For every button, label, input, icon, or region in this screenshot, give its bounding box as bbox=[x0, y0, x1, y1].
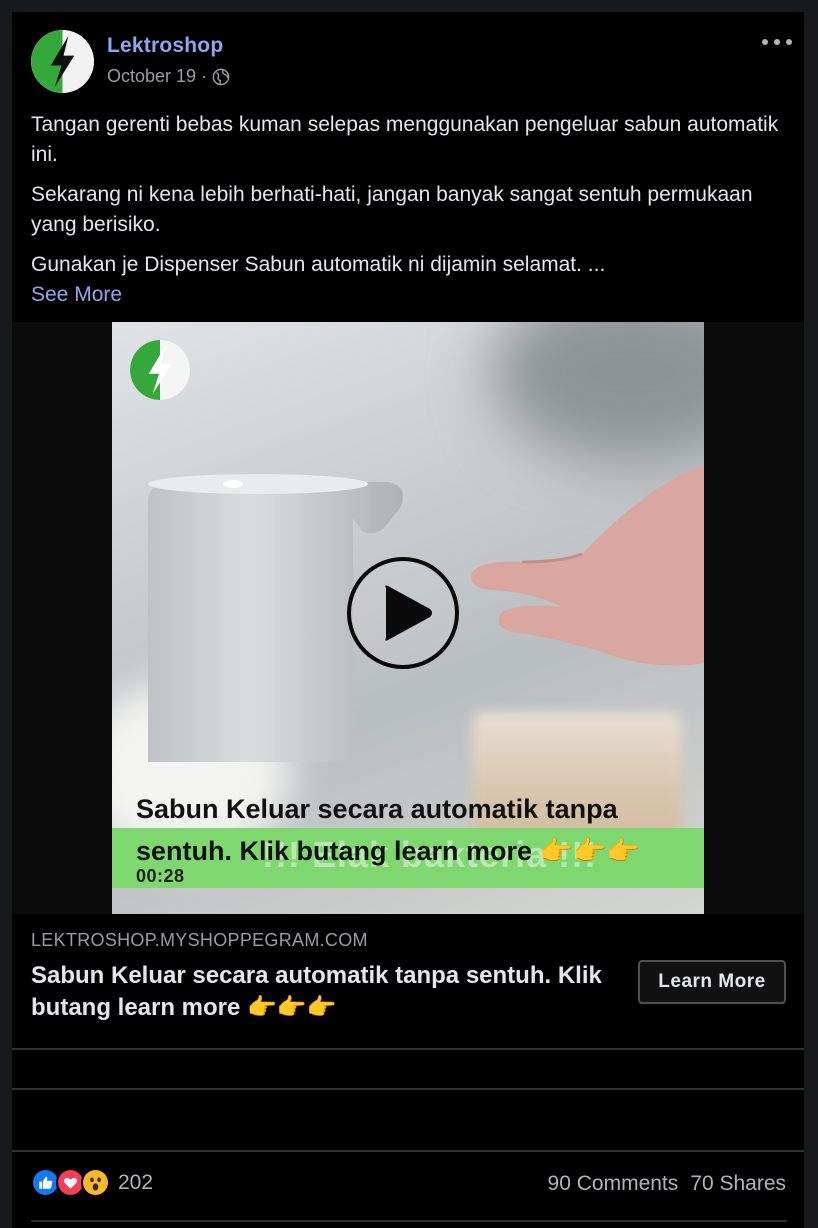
media-area: !!! Elak bakteria !!! Sabun Keluar secar… bbox=[12, 322, 804, 914]
divider bbox=[31, 1220, 787, 1222]
play-icon[interactable] bbox=[346, 556, 460, 670]
see-more-link[interactable]: See More bbox=[31, 280, 791, 310]
globe-icon bbox=[212, 68, 230, 86]
post-meta: October 19 · bbox=[107, 66, 230, 87]
page-name[interactable]: Lektroshop bbox=[107, 34, 223, 58]
reaction-count: 202 bbox=[118, 1170, 154, 1194]
divider bbox=[12, 1150, 804, 1152]
video-player[interactable]: !!! Elak bakteria !!! Sabun Keluar secar… bbox=[112, 322, 704, 914]
link-domain[interactable]: LEKTROSHOP.MYSHOPPEGRAM.COM bbox=[31, 930, 368, 951]
page-avatar[interactable] bbox=[31, 30, 94, 93]
divider bbox=[12, 1048, 804, 1050]
link-title[interactable]: Sabun Keluar secara automatik tanpa sent… bbox=[31, 960, 621, 1024]
video-caption: Sabun Keluar secara automatik tanpa sent… bbox=[136, 788, 696, 872]
brand-logo bbox=[130, 340, 190, 400]
post-date[interactable]: October 19 bbox=[107, 66, 196, 87]
pointing-hand-emoji: 👉👉👉 bbox=[247, 994, 337, 1021]
post-card: Lektroshop October 19 · Tangan gerenti b… bbox=[12, 12, 804, 1228]
video-duration: 00:28 bbox=[136, 866, 185, 886]
post-paragraph: Sekarang ni kena lebih berhati-hati, jan… bbox=[31, 183, 753, 236]
meta-separator: · bbox=[201, 66, 208, 86]
post-text: Tangan gerenti bebas kuman selepas mengg… bbox=[31, 110, 791, 310]
more-options-icon[interactable] bbox=[762, 34, 792, 50]
reactions-summary[interactable]: 202 bbox=[31, 1168, 153, 1197]
wow-icon bbox=[81, 1168, 110, 1197]
post-paragraph: Gunakan je Dispenser Sabun automatik ni … bbox=[31, 253, 606, 276]
comments-count[interactable]: 90 Comments bbox=[548, 1172, 679, 1196]
shares-count[interactable]: 70 Shares bbox=[690, 1172, 786, 1196]
engagement-counts: 90 Comments 70 Shares bbox=[548, 1172, 786, 1196]
learn-more-button[interactable]: Learn More bbox=[638, 960, 786, 1004]
post-paragraph: Tangan gerenti bebas kuman selepas mengg… bbox=[31, 113, 779, 166]
pointing-hand-emoji: 👉👉👉 bbox=[539, 836, 641, 866]
video-background bbox=[492, 322, 704, 462]
divider bbox=[12, 1088, 804, 1090]
